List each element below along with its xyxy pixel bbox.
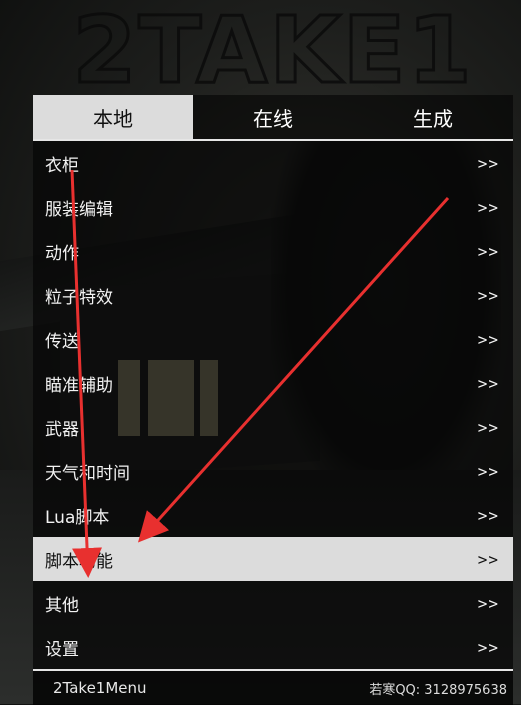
submenu-arrow-icon: >> (477, 197, 499, 217)
submenu-arrow-icon: >> (477, 153, 499, 173)
menu-item-wardrobe[interactable]: 衣柜 >> (33, 141, 513, 185)
menu-item-label: 服装编辑 (45, 199, 113, 220)
menu-item-aim-assist[interactable]: 瞄准辅助 >> (33, 361, 513, 405)
menu-item-label: 脚本功能 (45, 551, 113, 572)
menu-item-label: 动作 (45, 243, 79, 264)
submenu-arrow-icon: >> (477, 549, 499, 569)
menu-item-weapons[interactable]: 武器 >> (33, 405, 513, 449)
menu-item-misc[interactable]: 其他 >> (33, 581, 513, 625)
submenu-arrow-icon: >> (477, 637, 499, 657)
menu-footer: 2Take1Menu 若寒QQ: 3128975638 (33, 671, 513, 705)
menu-item-label: Lua脚本 (45, 507, 110, 528)
submenu-arrow-icon: >> (477, 285, 499, 305)
menu-item-lua-scripts[interactable]: Lua脚本 >> (33, 493, 513, 537)
menu-item-label: 传送 (45, 331, 79, 352)
submenu-arrow-icon: >> (477, 373, 499, 393)
menu-list: 衣柜 >> 服装编辑 >> 动作 >> 粒子特效 >> 传送 >> 瞄准辅助 >… (33, 141, 513, 669)
menu-name: 2Take1Menu (53, 679, 147, 697)
tab-spawn[interactable]: 生成 (353, 95, 513, 139)
menu-item-script-features[interactable]: 脚本功能 >> (33, 537, 513, 581)
submenu-arrow-icon: >> (477, 505, 499, 525)
menu-item-label: 瞄准辅助 (45, 375, 113, 396)
tab-local[interactable]: 本地 (33, 95, 193, 139)
author-contact: 若寒QQ: 3128975638 (369, 682, 507, 698)
menu-item-label: 粒子特效 (45, 287, 113, 308)
submenu-arrow-icon: >> (477, 241, 499, 261)
submenu-arrow-icon: >> (477, 417, 499, 437)
tab-bar: 本地 在线 生成 (33, 95, 513, 139)
submenu-arrow-icon: >> (477, 461, 499, 481)
menu-item-weather-time[interactable]: 天气和时间 >> (33, 449, 513, 493)
menu-item-label: 武器 (45, 419, 79, 440)
menu-item-settings[interactable]: 设置 >> (33, 625, 513, 669)
menu-item-label: 设置 (45, 639, 79, 660)
menu-item-teleport[interactable]: 传送 >> (33, 317, 513, 361)
submenu-arrow-icon: >> (477, 593, 499, 613)
logo-text: 2TAKE1 (73, 2, 474, 97)
tab-online[interactable]: 在线 (193, 95, 353, 139)
menu-item-label: 天气和时间 (45, 463, 130, 484)
menu-logo: 2TAKE1 (33, 2, 513, 97)
menu-item-label: 其他 (45, 595, 79, 616)
mod-menu: 本地 在线 生成 衣柜 >> 服装编辑 >> 动作 >> 粒子特效 >> 传送 … (33, 95, 513, 705)
menu-item-label: 衣柜 (45, 155, 79, 176)
menu-item-outfit-editor[interactable]: 服装编辑 >> (33, 185, 513, 229)
submenu-arrow-icon: >> (477, 329, 499, 349)
menu-item-particle-effects[interactable]: 粒子特效 >> (33, 273, 513, 317)
menu-item-animations[interactable]: 动作 >> (33, 229, 513, 273)
